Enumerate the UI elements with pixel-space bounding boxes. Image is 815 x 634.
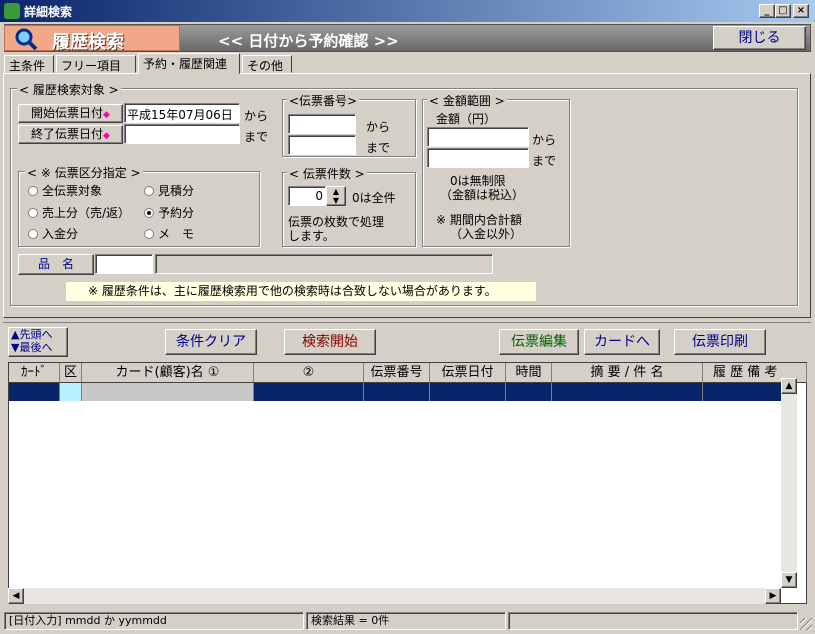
cell-slip-date[interactable] [430,383,506,401]
search-icon [14,27,38,51]
radio-dot-selected [144,208,154,218]
end-date-button[interactable]: 終了伝票日付◆ [18,125,123,144]
amount-to-suffix: まで [532,154,557,168]
cell-slip-number[interactable] [364,383,430,401]
cell-card[interactable] [9,383,60,401]
vertical-scrollbar[interactable]: ▲ ▼ [781,378,797,588]
item-name-display [155,254,493,274]
last-button[interactable]: ▼最後へ [11,341,67,354]
required-mark-icon: ◆ [103,131,110,141]
results-grid[interactable]: ｶｰﾄﾞ 区 カード(顧客)名 ① ② 伝票番号 伝票日付 時間 摘 要 / 件… [8,362,807,604]
radio-dot [28,229,38,239]
resize-grip-icon[interactable] [800,618,812,630]
window-title: 詳細検索 [24,5,73,19]
scroll-up-icon[interactable]: ▲ [781,378,797,394]
radio-memo[interactable]: メ モ [144,225,194,242]
status-input-hint: [日付入力] mmdd か yymmdd [4,612,304,630]
radio-estimate[interactable]: 見積分 [144,182,194,199]
column-header-card[interactable]: ｶｰﾄﾞ [9,363,60,383]
scroll-right-icon[interactable]: ▶ [765,588,781,604]
edit-slip-button[interactable]: 伝票編集 [499,329,579,355]
maximize-button[interactable]: □ [775,4,791,18]
go-to-card-button[interactable]: カードへ [584,329,660,355]
close-button[interactable]: 閉じる [713,26,806,50]
radio-dot [28,208,38,218]
radio-sales[interactable]: 売上分（売/返） [28,204,130,221]
start-date-input[interactable]: 平成15年07月06日 [124,103,240,123]
column-header-summary[interactable]: 摘 要 / 件 名 [552,363,703,383]
item-name-button[interactable]: 品 名 [18,254,94,275]
clear-conditions-button[interactable]: 条件クリア [165,329,257,355]
slip-number-from-suffix: から [366,120,391,134]
status-bar: [日付入力] mmdd か yymmdd 検索結果 = 0件 [0,610,815,634]
column-header-slip-date[interactable]: 伝票日付 [430,363,506,383]
scroll-down-icon[interactable]: ▼ [781,572,797,588]
title-bar: 詳細検索 _ □ × [0,0,815,22]
cell-history-remarks[interactable] [703,383,782,401]
page-subtitle: << 日付から予約確認 >> [218,32,399,50]
nav-buttons: ▲先頭へ ▼最後へ [8,327,68,357]
radio-dot [144,229,154,239]
radio-payment[interactable]: 入金分 [28,225,78,242]
status-extra [508,612,798,630]
amount-note-tax: （金額は税込） [440,188,525,202]
radio-all-slips[interactable]: 全伝票対象 [28,182,102,199]
amount-from-suffix: から [532,133,557,147]
first-button[interactable]: ▲先頭へ [11,328,67,341]
column-header-type[interactable]: 区 [60,363,82,383]
column-header-time[interactable]: 時間 [506,363,552,383]
spin-down-icon[interactable]: ▼ [333,196,339,205]
cell-customer-name-2[interactable] [254,383,364,401]
slip-count-input[interactable]: 0 [288,186,326,206]
slip-count-desc2: します。 [288,229,335,243]
minimize-button[interactable]: _ [759,4,775,18]
amount-to-input[interactable] [427,148,529,168]
radio-dot [144,186,154,196]
cell-time[interactable] [506,383,552,401]
slip-count-hint: 0は全件 [352,191,396,205]
column-header-customer-name-2[interactable]: ② [254,363,364,383]
amount-label: 金額（円） [436,112,497,126]
slip-count-spinner[interactable]: ▲ ▼ [326,186,346,206]
tab-reservation-history[interactable]: 予約・履歴関連 [138,53,240,74]
scroll-left-icon[interactable]: ◀ [8,588,24,604]
tab-main-conditions[interactable]: 主条件 [4,55,54,73]
horizontal-scrollbar[interactable]: ◀ ▶ [8,588,781,604]
slip-number-to-suffix: まで [366,141,391,155]
tab-other[interactable]: その他 [242,55,292,73]
start-date-suffix: から [244,109,269,123]
print-slip-button[interactable]: 伝票印刷 [674,329,766,355]
required-mark-icon: ◆ [103,110,110,120]
page-title: 履歴検索 [52,32,124,53]
cell-summary[interactable] [552,383,703,401]
status-search-result: 検索結果 = 0件 [306,612,506,630]
item-name-code-input[interactable] [95,254,153,274]
slip-number-from-input[interactable] [288,114,356,134]
close-window-button[interactable]: × [793,4,809,18]
spin-up-icon[interactable]: ▲ [333,187,339,196]
column-header-customer-name-1[interactable]: カード(顧客)名 ① [82,363,254,383]
radio-reservation[interactable]: 予約分 [144,204,194,221]
cell-type[interactable] [60,383,82,401]
app-icon [4,3,20,19]
start-date-button[interactable]: 開始伝票日付◆ [18,104,123,123]
tab-free-items[interactable]: フリー項目 [56,55,136,73]
end-date-input[interactable] [124,124,240,144]
column-header-slip-number[interactable]: 伝票番号 [364,363,430,383]
radio-dot [28,186,38,196]
history-condition-note: ※ 履歴条件は、主に履歴検索用で他の検索時は合致しない場合があります。 [66,282,536,301]
slip-number-to-input[interactable] [288,135,356,155]
amount-from-input[interactable] [427,127,529,147]
cell-customer-name-1[interactable] [82,383,254,401]
amount-note-except: （入金以外） [450,227,523,241]
start-search-button[interactable]: 検索開始 [284,329,376,355]
end-date-suffix: まで [244,130,269,144]
